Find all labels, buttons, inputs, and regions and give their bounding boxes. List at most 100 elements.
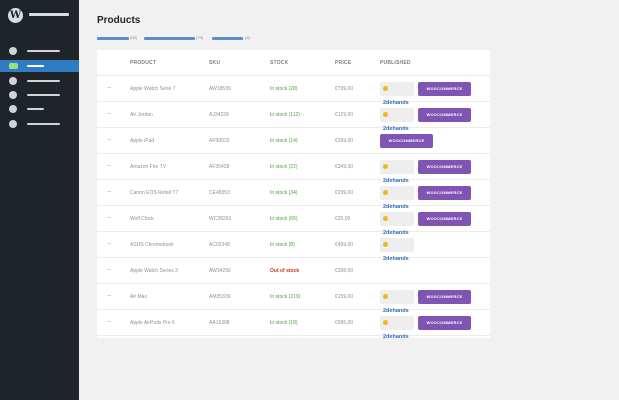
table-row[interactable]: Air Jordan AJ34239 In stock (112) €129,00 2d…	[97, 102, 490, 132]
column-header-product[interactable]: PRODUCT	[130, 60, 156, 66]
menu-icon	[9, 47, 17, 55]
woocommerce-badge[interactable]: WOOCOMMERCE	[418, 290, 471, 304]
row-checkbox[interactable]	[107, 269, 111, 270]
2dehands-badge[interactable]: 2dehands	[380, 82, 414, 106]
product-name[interactable]: Apple iPad	[130, 138, 154, 144]
woocommerce-badge[interactable]: WOOCOMMERCE	[418, 316, 471, 330]
wordpress-logo-icon[interactable]: W	[8, 8, 23, 23]
menu-label-placeholder	[27, 80, 60, 82]
product-price: €25,00	[335, 216, 351, 222]
product-sku: AM35339	[209, 294, 231, 300]
product-sku: WC28250	[209, 216, 232, 222]
table-row[interactable]: Wolf Clock WC28250 In stock (65) €25,00 2deh…	[97, 206, 490, 236]
row-checkbox[interactable]	[107, 87, 111, 88]
filter-count: (53)	[130, 35, 138, 40]
2dehands-badge[interactable]: 2dehands	[380, 108, 414, 132]
table-header: PRODUCT SKU STOCK PRICE PUBLISHED	[97, 50, 490, 76]
menu-label-placeholder	[27, 108, 44, 110]
site-name-placeholder[interactable]	[29, 13, 69, 16]
sidebar-menu-item[interactable]	[0, 45, 79, 57]
row-checkbox[interactable]	[107, 113, 111, 114]
stock-status: In stock (22)	[270, 164, 298, 170]
column-header-stock[interactable]: STOCK	[270, 60, 288, 66]
woocommerce-badge[interactable]: WOOCOMMERCE	[418, 212, 471, 226]
2dehands-badge[interactable]: 2dehands	[380, 290, 414, 314]
2dehands-badge[interactable]: 2dehands	[380, 212, 414, 236]
stock-status: In stock (28)	[270, 86, 298, 92]
menu-label-placeholder	[27, 50, 60, 52]
2dehands-label: 2dehands	[383, 334, 409, 340]
row-checkbox[interactable]	[107, 295, 111, 296]
2dehands-badge[interactable]: 2dehands	[380, 186, 414, 210]
woocommerce-badge[interactable]: WOOCOMMERCE	[418, 160, 471, 174]
2dehands-logo-icon	[383, 164, 388, 169]
product-sku: AJ34239	[209, 112, 229, 118]
product-sku: AW18539	[209, 86, 231, 92]
2dehands-logo-icon	[383, 190, 388, 195]
product-sku: CE48353	[209, 190, 230, 196]
sidebar-menu-item[interactable]	[0, 89, 79, 101]
row-checkbox[interactable]	[107, 165, 111, 166]
product-price: €159,00	[335, 294, 354, 300]
product-name[interactable]: Air Max	[130, 294, 147, 300]
row-checkbox[interactable]	[107, 243, 111, 244]
table-row[interactable]: Apple Watch Series 3 AW34290 Out of stock €…	[97, 258, 490, 284]
product-name[interactable]: Air Jordan	[130, 112, 153, 118]
product-price: €129,00	[335, 112, 354, 118]
stock-status: In stock (18)	[270, 320, 298, 326]
stock-status: In stock (65)	[270, 216, 298, 222]
table-row[interactable]: ASUS Chromebook AC02348 In stock (8) €499,0…	[97, 232, 490, 262]
2dehands-logo-icon	[383, 86, 388, 91]
product-price: €299,00	[335, 190, 354, 196]
product-price: €799,00	[335, 86, 354, 92]
row-checkbox[interactable]	[107, 139, 111, 140]
product-name[interactable]: Apple Watch Series 3	[130, 268, 178, 274]
product-name[interactable]: Canon EOS Rebel T7	[130, 190, 178, 196]
admin-sidebar: W	[0, 0, 79, 400]
2dehands-badge[interactable]: 2dehands	[380, 160, 414, 184]
woocommerce-badge[interactable]: WOOCOMMERCE	[418, 82, 471, 96]
table-row[interactable]: Apple iPad AP30532 In stock (14) €299,00 WOO…	[97, 128, 490, 154]
product-sku: AF35428	[209, 164, 230, 170]
sidebar-menu-item[interactable]	[0, 75, 79, 87]
2dehands-logo-icon	[383, 112, 388, 117]
product-sku: AA15308	[209, 320, 230, 326]
table-row[interactable]: Air Max AM35339 In stock (219) €159,00 2deha…	[97, 284, 490, 314]
2dehands-badge[interactable]: 2dehands	[380, 316, 414, 340]
2dehands-logo-icon	[383, 242, 388, 247]
sidebar-menu-item[interactable]	[0, 60, 79, 72]
2dehands-badge[interactable]: 2dehands	[380, 238, 414, 262]
product-name[interactable]: Wolf Clock	[130, 216, 154, 222]
product-price: €398,00	[335, 268, 354, 274]
sidebar-menu-item[interactable]	[0, 103, 79, 115]
products-table: PRODUCT SKU STOCK PRICE PUBLISHED Apple …	[97, 50, 490, 340]
product-sku: AP30532	[209, 138, 230, 144]
table-row[interactable]: Amazon Fire TV AF35428 In stock (22) €349,0…	[97, 154, 490, 184]
product-name[interactable]: Apple AirPods Pro 6	[130, 320, 175, 326]
column-header-price[interactable]: PRICE	[335, 60, 351, 66]
sidebar-menu-item[interactable]	[0, 118, 79, 130]
row-checkbox[interactable]	[107, 321, 111, 322]
stock-status: In stock (112)	[270, 112, 300, 118]
menu-icon	[9, 120, 17, 128]
table-row[interactable]: Apple Watch Serie 7 AW18539 In stock (28) €…	[97, 76, 490, 106]
table-row[interactable]: Apple AirPods Pro 6 AA15308 In stock (18) €…	[97, 310, 490, 340]
product-price: €995,00	[335, 320, 354, 326]
row-checkbox[interactable]	[107, 217, 111, 218]
menu-label-placeholder	[27, 94, 60, 96]
product-name[interactable]: Amazon Fire TV	[130, 164, 166, 170]
product-sku: AW34290	[209, 268, 231, 274]
filter-label-placeholder	[144, 37, 195, 40]
product-name[interactable]: Apple Watch Serie 7	[130, 86, 175, 92]
menu-icon	[9, 77, 17, 85]
product-name[interactable]: ASUS Chromebook	[130, 242, 174, 248]
woocommerce-badge[interactable]: WOOCOMMERCE	[418, 186, 471, 200]
row-checkbox[interactable]	[107, 191, 111, 192]
table-row[interactable]: Canon EOS Rebel T7 CE48353 In stock (34) €2…	[97, 180, 490, 210]
woocommerce-badge[interactable]: WOOCOMMERCE	[418, 108, 471, 122]
menu-icon	[9, 91, 17, 99]
woocommerce-badge[interactable]: WOOCOMMERCE	[380, 134, 433, 148]
column-header-sku[interactable]: SKU	[209, 60, 220, 66]
menu-label-placeholder	[27, 65, 44, 67]
stock-status: In stock (14)	[270, 138, 298, 144]
